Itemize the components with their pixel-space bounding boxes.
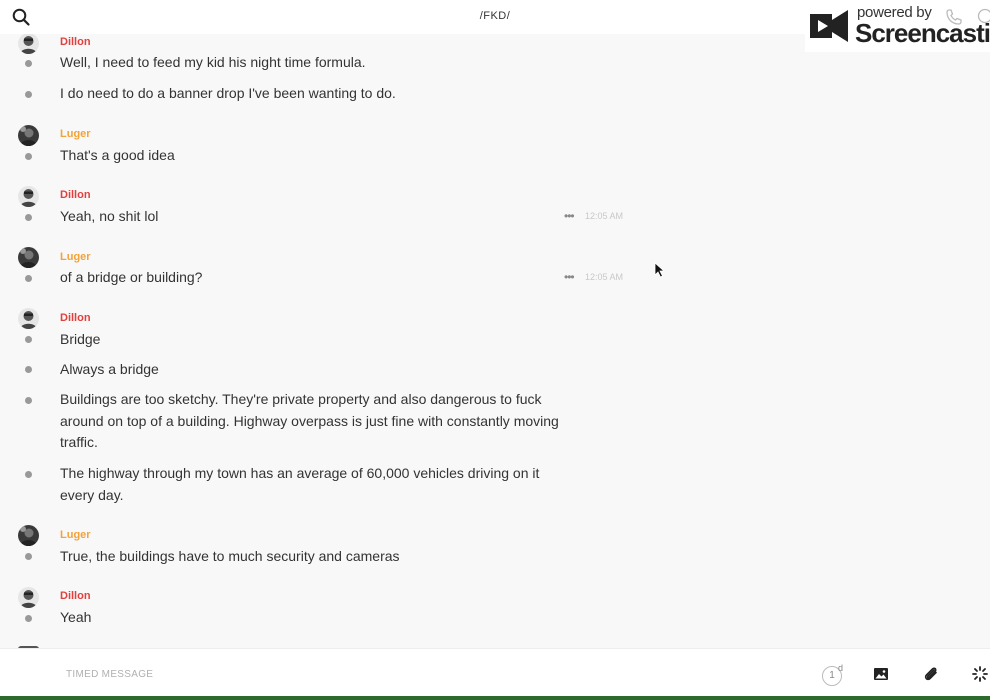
avatar-dillon[interactable] bbox=[18, 186, 39, 207]
spinner-icon[interactable] bbox=[972, 666, 988, 682]
message-text: Yeah, no shit lol bbox=[60, 208, 159, 224]
message-author: Dillon bbox=[60, 590, 91, 602]
message-author: Dillon bbox=[60, 312, 91, 324]
message-text: I do need to do a banner drop I've been … bbox=[60, 85, 396, 101]
message-dot bbox=[25, 553, 32, 560]
avatar-luger[interactable] bbox=[18, 247, 39, 268]
avatar-luger[interactable] bbox=[18, 125, 39, 146]
message-text: Well, I need to feed my kid his night ti… bbox=[60, 54, 366, 70]
message-dot bbox=[25, 275, 32, 282]
message-dot bbox=[25, 60, 32, 67]
message-dot bbox=[25, 471, 32, 478]
message-dot bbox=[25, 615, 32, 622]
composer-bar: 1 d bbox=[0, 648, 990, 700]
message-dot bbox=[25, 214, 32, 221]
message-dot bbox=[25, 366, 32, 373]
message-list: Dillon Well, I need to feed my kid his n… bbox=[0, 34, 990, 648]
message-input[interactable] bbox=[66, 661, 766, 687]
mouse-cursor-icon bbox=[654, 262, 666, 278]
message-author: Dillon bbox=[60, 189, 91, 201]
phone-icon[interactable] bbox=[945, 8, 963, 26]
message-author: Luger bbox=[60, 251, 91, 263]
screencastify-logo-icon bbox=[810, 10, 848, 42]
message-text: True, the buildings have to much securit… bbox=[60, 548, 400, 564]
message-timestamp: 12:05 AM bbox=[585, 272, 624, 282]
paperclip-icon[interactable] bbox=[923, 665, 939, 683]
message-author: Luger bbox=[60, 128, 91, 140]
image-icon[interactable] bbox=[873, 666, 889, 682]
avatar-dillon[interactable] bbox=[18, 34, 39, 54]
message-dot bbox=[25, 336, 32, 343]
message-dot bbox=[25, 91, 32, 98]
message-text: The highway through my town has an avera… bbox=[60, 465, 540, 503]
watermark-brand: Screencastify bbox=[855, 18, 990, 48]
message-text: Buildings are too sketchy. They're priva… bbox=[60, 391, 559, 450]
avatar-dillon[interactable] bbox=[18, 308, 39, 329]
info-icon[interactable] bbox=[977, 8, 990, 24]
message-text: Always a bridge bbox=[60, 361, 159, 377]
more-dots-icon[interactable]: ••• bbox=[564, 270, 575, 284]
message-author: Luger bbox=[60, 529, 91, 541]
avatar-luger[interactable] bbox=[18, 525, 39, 546]
message-text: Yeah bbox=[60, 609, 92, 625]
avatar-dillon[interactable] bbox=[18, 587, 39, 608]
message-timestamp: 12:05 AM bbox=[585, 211, 624, 221]
message-text: That's a good idea bbox=[60, 147, 175, 163]
message-dot bbox=[25, 153, 32, 160]
bottom-border bbox=[0, 696, 990, 700]
message-author: Dillon bbox=[60, 36, 91, 48]
more-dots-icon[interactable]: ••• bbox=[564, 209, 575, 223]
screencastify-watermark: powered by Screencastify bbox=[805, 0, 990, 52]
message-dot bbox=[25, 397, 32, 404]
message-text: of a bridge or building? bbox=[60, 269, 203, 285]
message-text: Bridge bbox=[60, 331, 101, 347]
timer-unit-label: d bbox=[838, 663, 844, 673]
